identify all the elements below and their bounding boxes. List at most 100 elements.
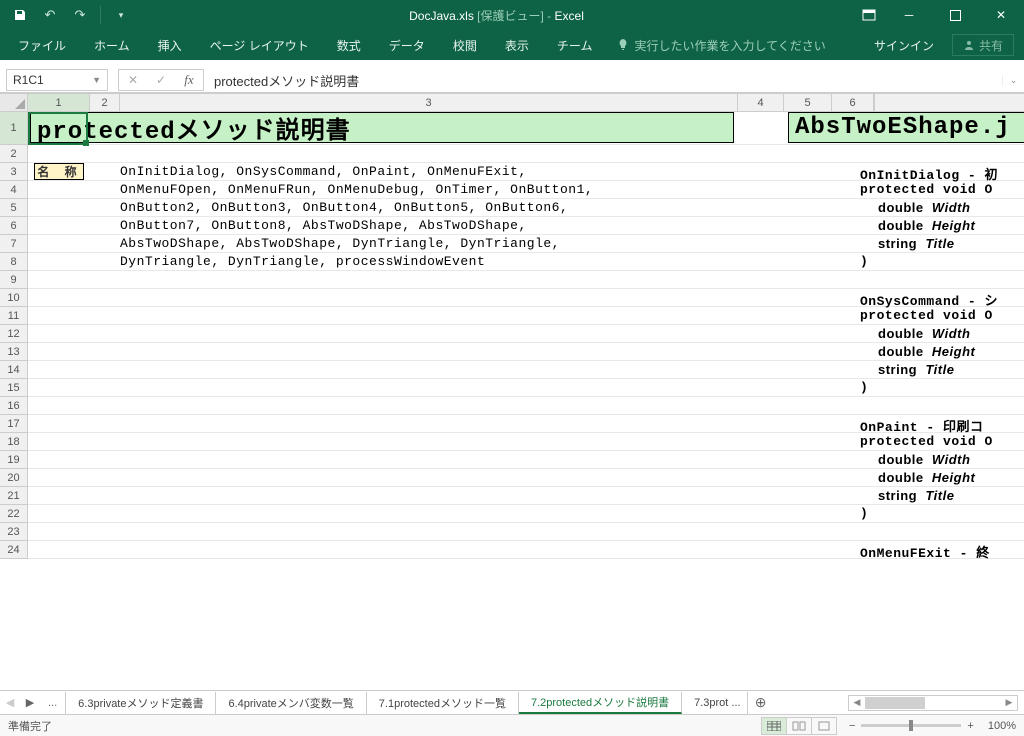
close-icon[interactable]: ✕ (978, 0, 1024, 30)
title-bar: ↶ ↷ ▾ DocJava.xls [保護ビュー] - Excel ─ ✕ (0, 0, 1024, 30)
column-headers: 123456 (0, 94, 1024, 112)
row-header[interactable]: 16 (0, 397, 28, 415)
window-title: DocJava.xls [保護ビュー] - Excel (141, 7, 852, 24)
row-header[interactable]: 12 (0, 325, 28, 343)
cell-text: double Width (878, 200, 970, 216)
row-header[interactable]: 22 (0, 505, 28, 523)
scroll-right-icon[interactable]: ▶ (1001, 696, 1017, 710)
tab-layout[interactable]: ページ レイアウト (198, 30, 321, 60)
tab-data[interactable]: データ (377, 30, 437, 60)
col-header[interactable]: 2 (90, 94, 120, 111)
row-header[interactable]: 9 (0, 271, 28, 289)
sheet-tab[interactable]: 7.2protectedメソッド説明書 (519, 692, 682, 714)
sheet-tab[interactable]: 7.1protectedメソッド一覧 (367, 692, 519, 714)
row-header[interactable]: 18 (0, 433, 28, 451)
bulb-icon (616, 38, 630, 52)
tab-formulas[interactable]: 数式 (325, 30, 373, 60)
name-box[interactable]: R1C1▼ (6, 69, 108, 91)
row-header[interactable]: 5 (0, 199, 28, 217)
tab-insert[interactable]: 挿入 (146, 30, 194, 60)
minimize-icon[interactable]: ─ (886, 0, 932, 30)
tab-team[interactable]: チーム (545, 30, 605, 60)
tab-review[interactable]: 校閲 (441, 30, 489, 60)
cell-text: string Title (878, 488, 954, 504)
col-header[interactable]: 1 (28, 94, 90, 111)
accept-formula-icon[interactable]: ✓ (147, 73, 175, 87)
cell-text: protected void O (860, 434, 993, 449)
row-header[interactable]: 19 (0, 451, 28, 469)
cell-text: OnButton7, OnButton8, AbsTwoDShape, AbsT… (120, 218, 527, 233)
zoom-in-icon[interactable]: + (967, 720, 973, 732)
formula-input[interactable]: protectedメソッド説明書 (208, 71, 1002, 90)
fx-icon[interactable]: fx (175, 72, 203, 88)
status-bar: 準備完了 − + 100% (0, 714, 1024, 736)
tab-home[interactable]: ホーム (82, 30, 142, 60)
sheet-nav-more[interactable]: ... (40, 692, 66, 714)
sheet-tab[interactable]: 6.3privateメソッド定義書 (66, 692, 216, 714)
scroll-thumb[interactable] (865, 697, 925, 709)
cancel-formula-icon[interactable]: ✕ (119, 73, 147, 87)
sheet-nav-first-icon[interactable]: ◀ (0, 692, 20, 714)
sheet-tab-bar: ◀ ▶ ... 6.3privateメソッド定義書6.4privateメンバ変数… (0, 690, 1024, 714)
row-header[interactable]: 11 (0, 307, 28, 325)
row-header[interactable]: 3 (0, 163, 28, 181)
col-header[interactable]: 3 (120, 94, 738, 111)
row-header[interactable]: 24 (0, 541, 28, 559)
ribbon-options-icon[interactable] (852, 0, 886, 30)
cell-text: ) (860, 254, 868, 269)
sheet-tab[interactable]: 6.4privateメンバ変数一覧 (216, 692, 366, 714)
expand-formula-icon[interactable]: ⌄ (1002, 75, 1024, 86)
save-icon[interactable] (6, 2, 34, 28)
col-header[interactable]: 6 (832, 94, 874, 111)
row-header[interactable]: 17 (0, 415, 28, 433)
row-header[interactable]: 7 (0, 235, 28, 253)
row-header[interactable]: 1 (0, 112, 28, 145)
zoom-out-icon[interactable]: − (849, 720, 855, 732)
row-header[interactable]: 10 (0, 289, 28, 307)
cell-text: OnButton2, OnButton3, OnButton4, OnButto… (120, 200, 568, 215)
redo-icon[interactable]: ↷ (66, 2, 94, 28)
tell-me[interactable]: 実行したい作業を入力してください (616, 37, 825, 54)
row-header[interactable]: 23 (0, 523, 28, 541)
row-header[interactable]: 8 (0, 253, 28, 271)
qat-dropdown-icon[interactable]: ▾ (107, 2, 135, 28)
maximize-icon[interactable] (932, 0, 978, 30)
view-normal-icon[interactable] (761, 717, 787, 735)
row-header[interactable]: 4 (0, 181, 28, 199)
sheet-tab[interactable]: 7.3prot ... (682, 692, 747, 714)
share-button[interactable]: 共有 (952, 34, 1014, 56)
scroll-left-icon[interactable]: ◀ (849, 696, 865, 710)
signin-link[interactable]: サインイン (860, 37, 948, 54)
tab-view[interactable]: 表示 (493, 30, 541, 60)
cell-text: protected void O (860, 182, 993, 197)
chevron-down-icon[interactable]: ▼ (92, 75, 101, 85)
select-all-corner[interactable] (0, 94, 28, 111)
zoom-slider[interactable] (861, 724, 961, 727)
row-header[interactable]: 13 (0, 343, 28, 361)
cell-text: double Width (878, 326, 970, 342)
row-header[interactable]: 6 (0, 217, 28, 235)
row-header[interactable]: 21 (0, 487, 28, 505)
title-main: protectedメソッド説明書 (30, 112, 734, 143)
row-header[interactable]: 2 (0, 145, 28, 163)
row-header[interactable]: 20 (0, 469, 28, 487)
cell-text: ) (860, 506, 868, 521)
add-sheet-icon[interactable]: ⊕ (748, 694, 774, 711)
spreadsheet-grid[interactable]: 123456 1protectedメソッド説明書AbsTwoEShape.j23… (0, 93, 1024, 690)
zoom-value[interactable]: 100% (988, 720, 1016, 732)
col-header[interactable]: 5 (784, 94, 832, 111)
row-header[interactable]: 15 (0, 379, 28, 397)
view-layout-icon[interactable] (786, 717, 812, 735)
col-header[interactable]: 4 (738, 94, 784, 111)
undo-icon[interactable]: ↶ (36, 2, 64, 28)
view-pagebreak-icon[interactable] (811, 717, 837, 735)
cell-text: AbsTwoDShape, AbsTwoDShape, DynTriangle,… (120, 236, 560, 251)
tab-file[interactable]: ファイル (6, 30, 78, 60)
row-header[interactable]: 14 (0, 361, 28, 379)
title-right: AbsTwoEShape.j (788, 112, 1024, 143)
horizontal-scrollbar[interactable]: ◀ ▶ (848, 695, 1018, 711)
cell-text: protected void O (860, 308, 993, 323)
cell-text: OnInitDialog, OnSysCommand, OnPaint, OnM… (120, 164, 527, 179)
cell-text: ) (860, 380, 868, 395)
sheet-nav-next-icon[interactable]: ▶ (20, 692, 40, 714)
